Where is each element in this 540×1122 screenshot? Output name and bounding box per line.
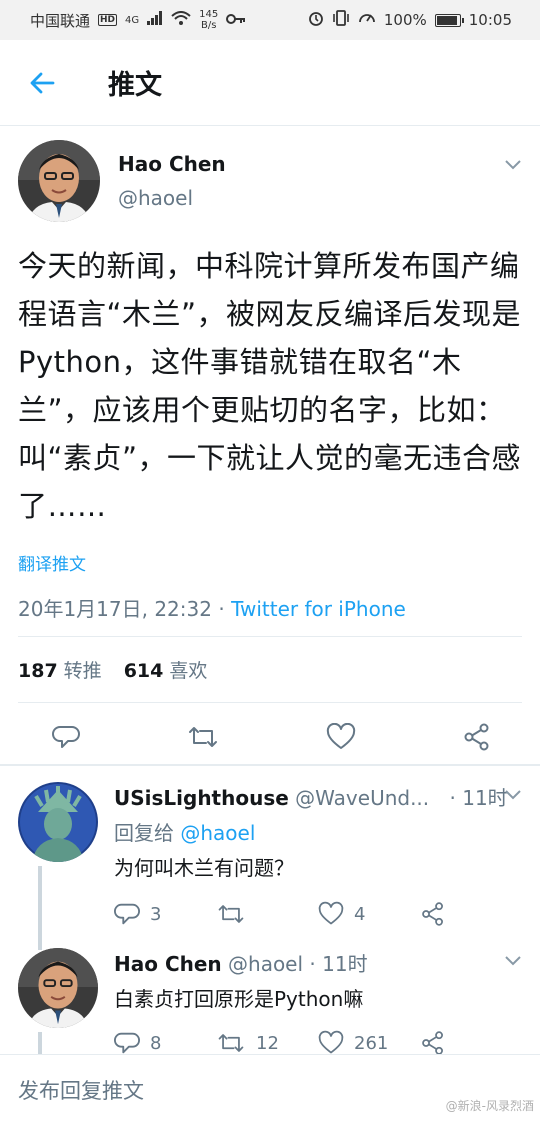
status-bar: 中国联通 HD 4G 145 B/s 100% 10:05 [0, 0, 540, 40]
section-divider [0, 764, 540, 766]
retweets-label: 转推 [63, 660, 102, 682]
data-saver-icon [358, 10, 376, 30]
like-action[interactable]: 4 [318, 901, 420, 927]
like-action[interactable]: 261 [318, 1030, 420, 1056]
page-title: 推文 [108, 70, 162, 101]
battery-icon [434, 13, 464, 27]
reply-author-handle[interactable]: @WaveUnd... [295, 786, 429, 810]
retweet-icon[interactable] [186, 723, 220, 755]
signal-icon [147, 11, 163, 29]
tweet-source-link[interactable]: Twitter for iPhone [231, 597, 406, 621]
key-icon [226, 11, 246, 29]
reply-icon[interactable] [52, 723, 80, 755]
reply-author-name[interactable]: Hao Chen [114, 952, 222, 976]
retweet-icon [218, 905, 244, 923]
thread-line [38, 866, 42, 950]
reply-tweet[interactable]: USisLighthouse @WaveUnd... · 11时 回复给 @ha… [18, 782, 522, 926]
reply-count: 8 [150, 1032, 162, 1054]
likes-label: 喜欢 [169, 660, 208, 682]
compose-placeholder: 发布回复推文 [18, 1079, 144, 1103]
avatar[interactable] [18, 948, 98, 1028]
vibrate-icon [332, 10, 350, 30]
translate-tweet-link[interactable]: 翻译推文 [18, 550, 522, 575]
network-speed: 145 B/s [199, 9, 219, 31]
reply-action[interactable]: 8 [114, 1030, 216, 1056]
share-icon [422, 902, 443, 926]
reply-to-line: 回复给 @haoel [114, 817, 522, 846]
share-action[interactable] [420, 901, 522, 927]
carrier-label: 中国联通 [30, 11, 91, 30]
retweet-action[interactable]: 12 [216, 1030, 318, 1056]
reply-tweet[interactable]: Hao Chen @haoel · 11时 白素贞打回原形是Python嘛 8 … [18, 948, 522, 1055]
back-arrow-icon [30, 72, 55, 93]
chevron-down-icon[interactable] [504, 952, 522, 971]
reply-text: 白素贞打回原形是Python嘛 [114, 987, 364, 1011]
like-icon [318, 901, 344, 925]
reply-time: · 11时 [449, 786, 508, 810]
reply-icon [114, 1032, 140, 1054]
retweet-icon [218, 1034, 244, 1052]
share-action[interactable] [420, 1030, 522, 1056]
tweet-stats: 187 转推 614 喜欢 [18, 637, 522, 703]
like-icon [318, 1030, 344, 1054]
retweet-action[interactable] [216, 901, 318, 927]
like-count: 261 [354, 1032, 389, 1054]
reply-time: · 11时 [309, 952, 368, 976]
reply-to-label: 回复给 [114, 821, 174, 845]
likes-count: 614 [123, 660, 164, 682]
chevron-down-icon[interactable] [504, 786, 522, 805]
tweet-meta: 20年1月17日, 22:32 · Twitter for iPhone [18, 593, 522, 637]
reply-count: 3 [150, 903, 162, 925]
alarm-icon [308, 10, 324, 30]
reply-icon [114, 903, 140, 925]
avatar[interactable] [18, 140, 100, 222]
watermark: @新浪-风录烈酒 [445, 1099, 534, 1113]
app-bar: 推文 [0, 40, 540, 126]
retweet-count: 12 [256, 1032, 279, 1054]
avatar[interactable] [18, 782, 98, 862]
tweet-timestamp: 20年1月17日, 22:32 [18, 597, 212, 621]
reply-header: USisLighthouse @WaveUnd... · 11时 [114, 782, 522, 811]
reply-to-handle-link[interactable]: @haoel [180, 821, 255, 845]
reply-header: Hao Chen @haoel · 11时 [114, 948, 522, 977]
share-icon [422, 1031, 443, 1055]
share-icon[interactable] [462, 722, 492, 756]
battery-percent: 100% [383, 11, 427, 29]
meta-separator: · [211, 597, 232, 621]
reply-actions: 3 4 [114, 901, 522, 927]
likes-stat[interactable]: 614 喜欢 [124, 656, 208, 683]
chevron-down-icon[interactable] [504, 156, 522, 175]
network-type: 4G [125, 14, 140, 26]
retweets-count: 187 [18, 660, 58, 682]
main-tweet: Hao Chen @haoel 今天的新闻，中科院计算所发布国产编程语言“木兰”… [18, 140, 522, 775]
reply-text: 为何叫木兰有问题？ [114, 856, 294, 880]
like-count: 4 [354, 903, 366, 925]
wifi-icon [171, 11, 191, 29]
author-handle[interactable]: @haoel [118, 186, 226, 210]
reply-action[interactable]: 3 [114, 901, 216, 927]
tweet-text: 今天的新闻，中科院计算所发布国产编程语言“木兰”，被网友反编译后发现是Pytho… [18, 249, 522, 523]
reply-actions: 8 12 261 [114, 1030, 522, 1056]
author-name[interactable]: Hao Chen [118, 152, 226, 176]
thread-line [38, 1032, 42, 1054]
clock: 10:05 [468, 11, 512, 29]
back-button[interactable] [0, 40, 84, 126]
like-icon[interactable] [326, 722, 356, 755]
hd-badge: HD [98, 14, 118, 26]
retweets-stat[interactable]: 187 转推 [18, 656, 102, 683]
reply-author-handle[interactable]: @haoel [228, 952, 303, 976]
reply-author-name[interactable]: USisLighthouse [114, 786, 289, 810]
